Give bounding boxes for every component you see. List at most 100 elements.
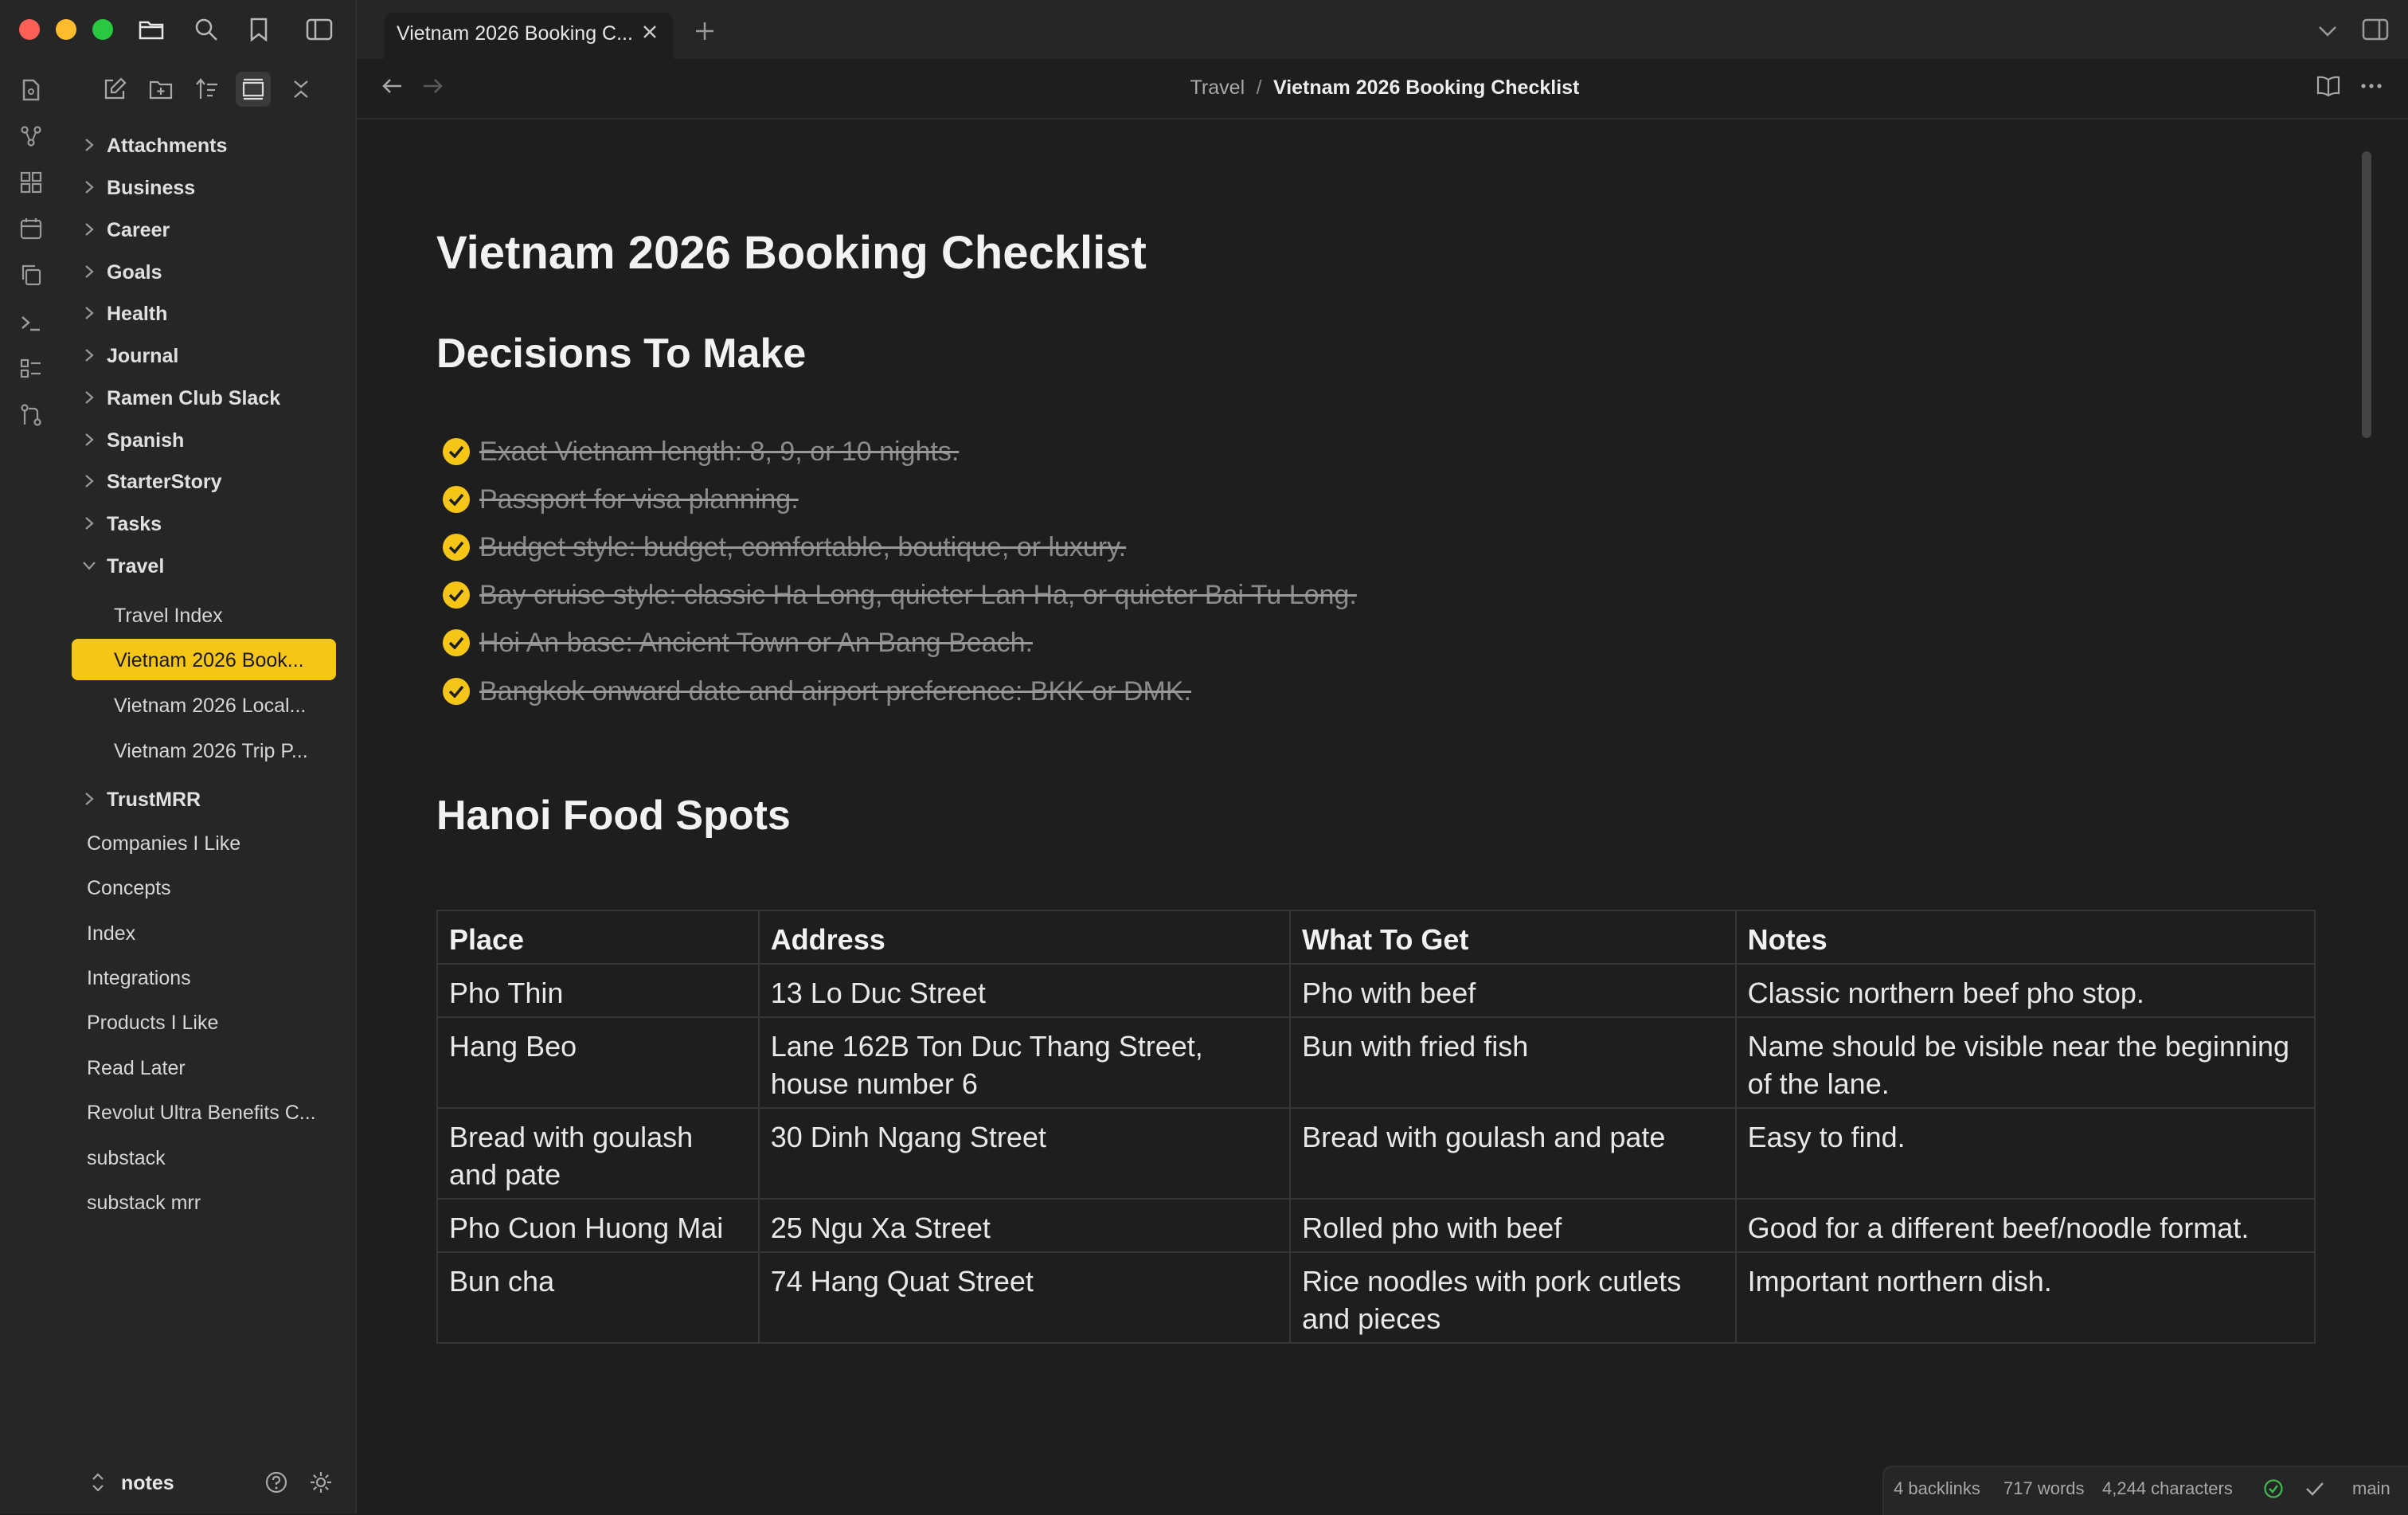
- table-cell[interactable]: Rolled pho with beef: [1289, 1198, 1737, 1253]
- git-icon[interactable]: [19, 403, 43, 427]
- help-icon[interactable]: [264, 1470, 288, 1494]
- new-tab-icon[interactable]: [694, 21, 715, 41]
- table-cell[interactable]: Rice noodles with pork cutlets and piece…: [1289, 1251, 1737, 1344]
- table-cell[interactable]: Hang Beo: [436, 1016, 760, 1109]
- graph-view-icon[interactable]: [19, 124, 43, 148]
- table-header-cell[interactable]: What To Get: [1289, 910, 1737, 965]
- title-bar-left: [0, 0, 357, 59]
- file-index[interactable]: Index: [87, 922, 135, 945]
- table-header-cell[interactable]: Place: [436, 910, 760, 965]
- folder-goals[interactable]: Goals: [107, 261, 162, 284]
- folder-business[interactable]: Business: [107, 177, 195, 200]
- checkbox-checked-icon[interactable]: [443, 486, 470, 513]
- checkbox-checked-icon[interactable]: [443, 678, 470, 705]
- table-cell[interactable]: 74 Hang Quat Street: [757, 1251, 1292, 1344]
- file-read-later[interactable]: Read Later: [87, 1057, 186, 1080]
- folder-travel[interactable]: Travel: [107, 555, 164, 578]
- table-cell[interactable]: Pho with beef: [1289, 963, 1737, 1018]
- terminal-icon[interactable]: [19, 311, 43, 335]
- folder-trustmrr[interactable]: TrustMRR: [107, 789, 201, 812]
- settings-gear-icon[interactable]: [309, 1470, 333, 1494]
- folder-starterstory[interactable]: StarterStory: [107, 471, 222, 494]
- status-character-count[interactable]: 4,244 characters: [2102, 1478, 2233, 1499]
- table-row: Pho Cuon Huong Mai 25 Ngu Xa Street Roll…: [436, 1198, 2316, 1253]
- file-substack[interactable]: substack: [87, 1147, 166, 1170]
- checkbox-checked-icon[interactable]: [443, 629, 470, 656]
- table-cell[interactable]: 13 Lo Duc Street: [757, 963, 1292, 1018]
- folder-health[interactable]: Health: [107, 303, 167, 326]
- calendar-icon[interactable]: [19, 217, 43, 241]
- table-cell[interactable]: Pho Thin: [436, 963, 760, 1018]
- table-cell[interactable]: Easy to find.: [1734, 1107, 2316, 1200]
- breadcrumb-parent[interactable]: Travel: [1190, 76, 1245, 99]
- todo-item[interactable]: Bay cruise style: classic Ha Long, quiet…: [443, 577, 1357, 613]
- vault-switch-chevron-icon[interactable]: [89, 1472, 107, 1493]
- table-row: Hang Beo Lane 162B Ton Duc Thang Street,…: [436, 1016, 2316, 1109]
- sidebar-toggle-icon[interactable]: [306, 18, 333, 41]
- close-window-button[interactable]: [19, 19, 40, 40]
- copy-icon[interactable]: [19, 263, 43, 287]
- breadcrumb-current[interactable]: Vietnam 2026 Booking Checklist: [1273, 76, 1579, 99]
- minimize-window-button[interactable]: [56, 19, 76, 40]
- todo-item[interactable]: Exact Vietnam length: 8, 9, or 10 nights…: [443, 433, 959, 470]
- file-concepts[interactable]: Concepts: [87, 877, 171, 900]
- folder-ramen-club-slack[interactable]: Ramen Club Slack: [107, 387, 280, 410]
- file-vietnam-trip[interactable]: Vietnam 2026 Trip P...: [114, 740, 308, 763]
- vault-name[interactable]: notes: [121, 1472, 174, 1495]
- right-sidebar-toggle-icon[interactable]: [2362, 18, 2389, 41]
- folder-career[interactable]: Career: [107, 219, 170, 242]
- bookmark-icon[interactable]: [248, 18, 269, 41]
- editor-scrollbar[interactable]: [2362, 151, 2371, 438]
- file-products-i-like[interactable]: Products I Like: [87, 1012, 218, 1035]
- table-cell[interactable]: Bun with fried fish: [1289, 1016, 1737, 1109]
- folder-journal[interactable]: Journal: [107, 345, 178, 368]
- tab-close-icon[interactable]: [640, 22, 659, 41]
- todo-item[interactable]: Passport for visa planning.: [443, 481, 799, 518]
- canvas-icon[interactable]: [19, 170, 43, 194]
- git-branch-name[interactable]: main: [2352, 1478, 2390, 1499]
- checkbox-checked-icon[interactable]: [443, 534, 470, 561]
- file-travel-index[interactable]: Travel Index: [114, 605, 223, 628]
- zoom-window-button[interactable]: [92, 19, 113, 40]
- chevron-right-icon: [83, 137, 96, 153]
- table-cell[interactable]: Bread with goulash and pate: [436, 1107, 760, 1200]
- todo-item[interactable]: Budget style: budget, comfortable, bouti…: [443, 529, 1126, 566]
- reading-view-book-icon[interactable]: [2316, 75, 2341, 97]
- search-icon[interactable]: [194, 18, 218, 41]
- table-header-cell[interactable]: Notes: [1734, 910, 2316, 965]
- folder-icon[interactable]: [139, 18, 164, 41]
- table-cell[interactable]: Pho Cuon Huong Mai: [436, 1198, 760, 1253]
- checkbox-checked-icon[interactable]: [443, 581, 470, 609]
- table-cell[interactable]: 25 Ngu Xa Street: [757, 1198, 1292, 1253]
- table-cell[interactable]: Name should be visible near the beginnin…: [1734, 1016, 2316, 1109]
- folder-tasks[interactable]: Tasks: [107, 513, 162, 536]
- tab-list-chevron-icon[interactable]: [2317, 24, 2338, 38]
- file-vietnam-booking[interactable]: Vietnam 2026 Book...: [114, 649, 304, 672]
- file-revolut-ultra[interactable]: Revolut Ultra Benefits C...: [87, 1102, 316, 1125]
- table-cell[interactable]: Bun cha: [436, 1251, 760, 1344]
- git-commit-check-icon[interactable]: [2304, 1480, 2325, 1497]
- table-cell[interactable]: Bread with goulash and pate: [1289, 1107, 1737, 1200]
- table-cell[interactable]: Lane 162B Ton Duc Thang Street, house nu…: [757, 1016, 1292, 1109]
- table-header-cell[interactable]: Address: [757, 910, 1292, 965]
- table-cell[interactable]: Good for a different beef/noodle format.: [1734, 1198, 2316, 1253]
- table-cell[interactable]: Important northern dish.: [1734, 1251, 2316, 1344]
- todo-item[interactable]: Hoi An base: Ancient Town or An Bang Bea…: [443, 624, 1033, 661]
- file-vietnam-local[interactable]: Vietnam 2026 Local...: [114, 695, 306, 718]
- more-options-icon[interactable]: [2360, 78, 2383, 94]
- file-substack-mrr[interactable]: substack mrr: [87, 1192, 201, 1215]
- table-cell[interactable]: Classic northern beef pho stop.: [1734, 963, 2316, 1018]
- chevron-right-icon: [83, 264, 96, 280]
- kanban-icon[interactable]: [19, 357, 43, 381]
- sync-status-icon[interactable]: [2263, 1478, 2284, 1499]
- folder-spanish[interactable]: Spanish: [107, 429, 184, 452]
- checkbox-checked-icon[interactable]: [443, 438, 470, 465]
- status-word-count[interactable]: 717 words: [2003, 1478, 2085, 1499]
- todo-item[interactable]: Bangkok onward date and airport preferen…: [443, 673, 1191, 710]
- food-spots-table: Place Address What To Get Notes Pho Thin…: [436, 910, 2316, 1344]
- table-cell[interactable]: 30 Dinh Ngang Street: [757, 1107, 1292, 1200]
- file-companies-i-like[interactable]: Companies I Like: [87, 832, 240, 855]
- status-backlinks[interactable]: 4 backlinks: [1894, 1478, 1980, 1499]
- folder-attachments[interactable]: Attachments: [107, 135, 227, 158]
- file-integrations[interactable]: Integrations: [87, 967, 191, 990]
